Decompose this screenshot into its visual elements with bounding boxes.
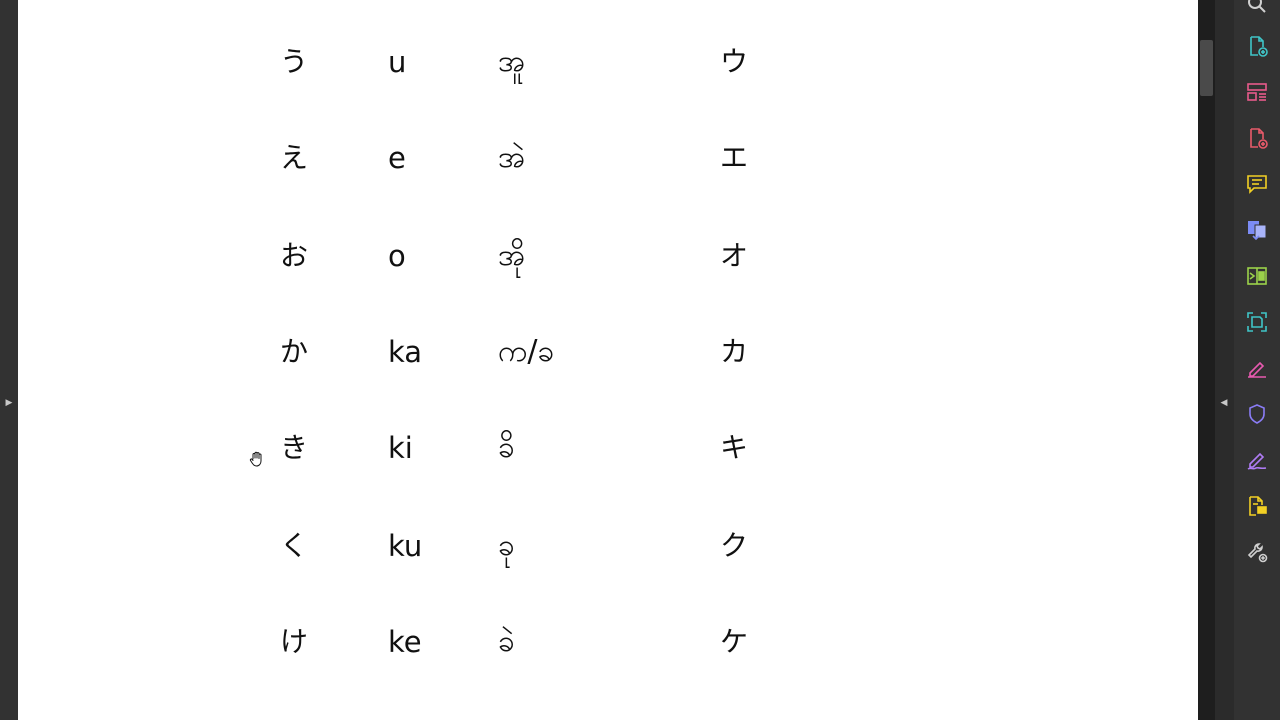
scan-ocr-tool-button[interactable] <box>1243 308 1271 336</box>
create-pdf-icon <box>1250 36 1268 57</box>
compress-pdf-tool-button[interactable] <box>1243 262 1271 290</box>
katakana-cell: カ <box>720 335 749 368</box>
fill-sign-icon <box>1247 452 1267 470</box>
left-panel-gutter: ▶ <box>0 0 18 720</box>
organize-pages-tool-button[interactable] <box>1243 78 1271 106</box>
compress-pdf-icon <box>1247 267 1267 285</box>
scan-ocr-icon <box>1247 312 1267 332</box>
edit-pdf-tool-button[interactable] <box>1243 354 1271 382</box>
tools-pane-divider: ◀ <box>1215 0 1234 720</box>
expand-left-panel-button[interactable]: ▶ <box>4 396 14 410</box>
request-signature-tool-button[interactable] <box>1243 492 1271 520</box>
comment-tool-button[interactable] <box>1243 170 1271 198</box>
romaji-cell: ki <box>388 431 413 465</box>
export-pdf-tool-button[interactable] <box>1243 124 1271 152</box>
vertical-scrollbar[interactable] <box>1198 0 1215 720</box>
romaji-cell: ke <box>388 625 422 659</box>
organize-pages-icon <box>1247 83 1267 101</box>
combine-files-tool-button[interactable] <box>1243 216 1271 244</box>
document-page[interactable]: う u အူ ウえ e အဲ エお o အို オか ka က/ခ カき ki ခိ キく ku ခု クけ ke ခဲ… <box>18 0 1198 720</box>
edit-pdf-icon <box>1248 361 1266 378</box>
table-row: く ku ခု ク <box>18 516 1198 576</box>
fill-sign-tool-button[interactable] <box>1243 446 1271 474</box>
romaji-cell: o <box>388 239 406 273</box>
hiragana-cell: き <box>280 431 309 464</box>
hiragana-cell: え <box>280 141 309 174</box>
protect-tool-button[interactable] <box>1243 400 1271 428</box>
romaji-cell: u <box>388 45 407 79</box>
tools-pane <box>1234 0 1280 720</box>
romaji-cell: ku <box>388 529 423 563</box>
create-pdf-tool-button[interactable] <box>1243 32 1271 60</box>
katakana-cell: ケ <box>720 625 749 658</box>
search-icon <box>1248 0 1266 13</box>
pdf-viewer-window: ▶ う u အူ ウえ e အဲ エお o အို オか ka က/ခ カき ki ခိ キく ku ခု クけ ke… <box>0 0 1280 720</box>
burmese-cell: အို <box>498 238 526 273</box>
burmese-cell: ခဲ <box>498 624 515 659</box>
katakana-cell: エ <box>720 141 749 174</box>
table-row: え e အဲ エ <box>18 128 1198 188</box>
burmese-cell: အူ <box>498 44 526 79</box>
hand-cursor-icon <box>249 451 262 467</box>
hiragana-cell: お <box>280 239 309 272</box>
hiragana-cell: う <box>280 45 309 78</box>
burmese-cell: အဲ <box>498 140 526 175</box>
burmese-cell: ခိ <box>498 430 515 465</box>
hiragana-cell: く <box>280 529 309 562</box>
katakana-cell: ク <box>720 529 749 562</box>
hiragana-cell: け <box>280 625 309 658</box>
comment-icon <box>1247 175 1267 194</box>
table-row: お o အို オ <box>18 226 1198 286</box>
romaji-cell: ka <box>388 335 423 369</box>
more-tools-button[interactable] <box>1243 538 1271 566</box>
collapse-tools-pane-button[interactable]: ◀ <box>1219 396 1229 410</box>
table-row: け ke ခဲ ケ <box>18 612 1198 672</box>
request-signature-icon <box>1249 496 1267 516</box>
vertical-scrollbar-thumb[interactable] <box>1200 40 1213 96</box>
table-row: う u အူ ウ <box>18 32 1198 92</box>
table-row: き ki ခိ キ <box>18 418 1198 478</box>
combine-files-icon <box>1248 221 1267 241</box>
export-pdf-icon <box>1250 128 1268 149</box>
protect-icon <box>1249 404 1265 424</box>
katakana-cell: キ <box>720 431 749 464</box>
table-row: か ka က/ခ カ <box>18 322 1198 382</box>
katakana-cell: オ <box>720 239 749 272</box>
romaji-cell: e <box>388 141 406 175</box>
hiragana-cell: か <box>280 335 309 368</box>
burmese-cell: က/ခ <box>498 334 555 369</box>
search-tool-button[interactable] <box>1243 0 1271 18</box>
more-tools-icon <box>1247 543 1268 563</box>
katakana-cell: ウ <box>720 45 749 78</box>
burmese-cell: ခု <box>498 528 515 563</box>
